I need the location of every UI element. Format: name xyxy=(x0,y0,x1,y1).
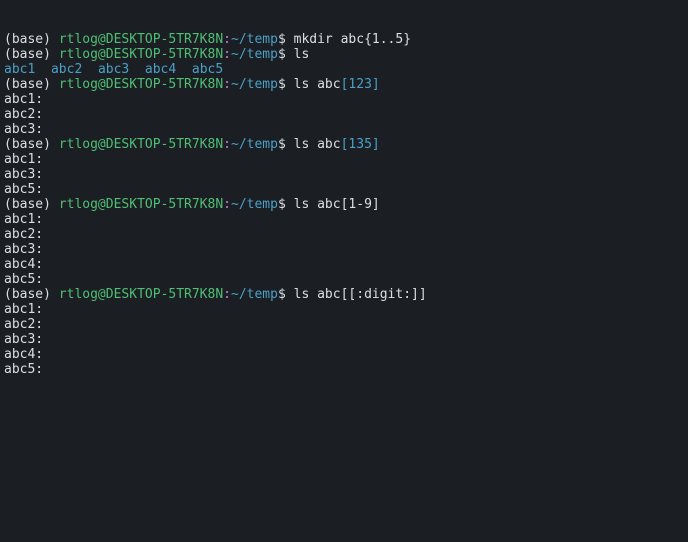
output-text: abc5: xyxy=(4,362,43,377)
terminal-line: abc1: xyxy=(4,152,684,167)
env-base: (base) xyxy=(4,47,59,62)
spacer xyxy=(35,62,51,77)
prompt-symbol: $ xyxy=(278,32,294,47)
prompt-symbol: $ xyxy=(278,77,294,92)
user-host: rtlog@DESKTOP-5TR7K8N xyxy=(59,137,223,152)
command-text[interactable]: mkdir abc{1..5} xyxy=(294,32,411,47)
terminal-line: (base) rtlog@DESKTOP-5TR7K8N:~/temp$ mkd… xyxy=(4,32,684,47)
spacer xyxy=(82,62,98,77)
user-host: rtlog@DESKTOP-5TR7K8N xyxy=(59,32,223,47)
command-text[interactable]: ls abc xyxy=(294,137,341,152)
command-text[interactable]: ls abc[[:digit:]] xyxy=(294,287,427,302)
terminal-line: (base) rtlog@DESKTOP-5TR7K8N:~/temp$ ls … xyxy=(4,287,684,302)
cwd-path: ~/temp xyxy=(231,287,278,302)
cwd-path: ~/temp xyxy=(231,137,278,152)
terminal-line: abc4: xyxy=(4,347,684,362)
cwd-path: ~/temp xyxy=(231,77,278,92)
terminal-line: abc5: xyxy=(4,272,684,287)
separator-colon: : xyxy=(223,77,231,92)
terminal-line: abc2: xyxy=(4,317,684,332)
output-text: abc3: xyxy=(4,122,43,137)
terminal-line: abc5: xyxy=(4,362,684,377)
terminal-line: abc2: xyxy=(4,227,684,242)
output-text: abc5: xyxy=(4,272,43,287)
directory-name: abc4 xyxy=(145,62,176,77)
command-text[interactable]: ls abc xyxy=(294,77,341,92)
terminal-line: abc3: xyxy=(4,167,684,182)
prompt-symbol: $ xyxy=(278,137,294,152)
output-text: abc1: xyxy=(4,302,43,317)
terminal-line: (base) rtlog@DESKTOP-5TR7K8N:~/temp$ ls … xyxy=(4,137,684,152)
directory-name: abc5 xyxy=(192,62,223,77)
spacer xyxy=(129,62,145,77)
cwd-path: ~/temp xyxy=(231,32,278,47)
output-text: abc3: xyxy=(4,332,43,347)
command-arg[interactable]: [123] xyxy=(341,77,380,92)
terminal-line: abc4: xyxy=(4,257,684,272)
output-text: abc1: xyxy=(4,212,43,227)
separator-colon: : xyxy=(223,137,231,152)
env-base: (base) xyxy=(4,137,59,152)
output-text: abc4: xyxy=(4,347,43,362)
user-host: rtlog@DESKTOP-5TR7K8N xyxy=(59,77,223,92)
output-text: abc3: xyxy=(4,242,43,257)
output-text: abc5: xyxy=(4,182,43,197)
command-text[interactable]: ls xyxy=(294,47,310,62)
terminal-line: abc3: xyxy=(4,122,684,137)
env-base: (base) xyxy=(4,77,59,92)
env-base: (base) xyxy=(4,197,59,212)
command-text[interactable]: ls abc[1-9] xyxy=(294,197,380,212)
terminal-line: abc1: xyxy=(4,212,684,227)
terminal-line: abc3: xyxy=(4,242,684,257)
directory-name: abc1 xyxy=(4,62,35,77)
output-text: abc4: xyxy=(4,257,43,272)
terminal-line: abc1 abc2 abc3 abc4 abc5 xyxy=(4,62,684,77)
user-host: rtlog@DESKTOP-5TR7K8N xyxy=(59,287,223,302)
terminal-line: abc1: xyxy=(4,302,684,317)
output-text: abc3: xyxy=(4,167,43,182)
prompt-symbol: $ xyxy=(278,47,294,62)
separator-colon: : xyxy=(223,287,231,302)
directory-name: abc3 xyxy=(98,62,129,77)
output-text: abc2: xyxy=(4,107,43,122)
env-base: (base) xyxy=(4,32,59,47)
output-text: abc1: xyxy=(4,92,43,107)
prompt-symbol: $ xyxy=(278,287,294,302)
env-base: (base) xyxy=(4,287,59,302)
separator-colon: : xyxy=(223,197,231,212)
terminal-line: (base) rtlog@DESKTOP-5TR7K8N:~/temp$ ls xyxy=(4,47,684,62)
terminal-line: abc3: xyxy=(4,332,684,347)
output-text: abc2: xyxy=(4,317,43,332)
user-host: rtlog@DESKTOP-5TR7K8N xyxy=(59,197,223,212)
directory-name: abc2 xyxy=(51,62,82,77)
cwd-path: ~/temp xyxy=(231,197,278,212)
command-arg[interactable]: [135] xyxy=(341,137,380,152)
terminal-line: (base) rtlog@DESKTOP-5TR7K8N:~/temp$ ls … xyxy=(4,197,684,212)
terminal-line: (base) rtlog@DESKTOP-5TR7K8N:~/temp$ ls … xyxy=(4,77,684,92)
terminal-line: abc1: xyxy=(4,92,684,107)
terminal-line: abc2: xyxy=(4,107,684,122)
separator-colon: : xyxy=(223,47,231,62)
terminal-line: abc5: xyxy=(4,182,684,197)
output-text: abc1: xyxy=(4,152,43,167)
output-text: abc2: xyxy=(4,227,43,242)
separator-colon: : xyxy=(223,32,231,47)
cwd-path: ~/temp xyxy=(231,47,278,62)
terminal[interactable]: (base) rtlog@DESKTOP-5TR7K8N:~/temp$ mkd… xyxy=(0,30,688,379)
prompt-symbol: $ xyxy=(278,197,294,212)
spacer xyxy=(176,62,192,77)
user-host: rtlog@DESKTOP-5TR7K8N xyxy=(59,47,223,62)
